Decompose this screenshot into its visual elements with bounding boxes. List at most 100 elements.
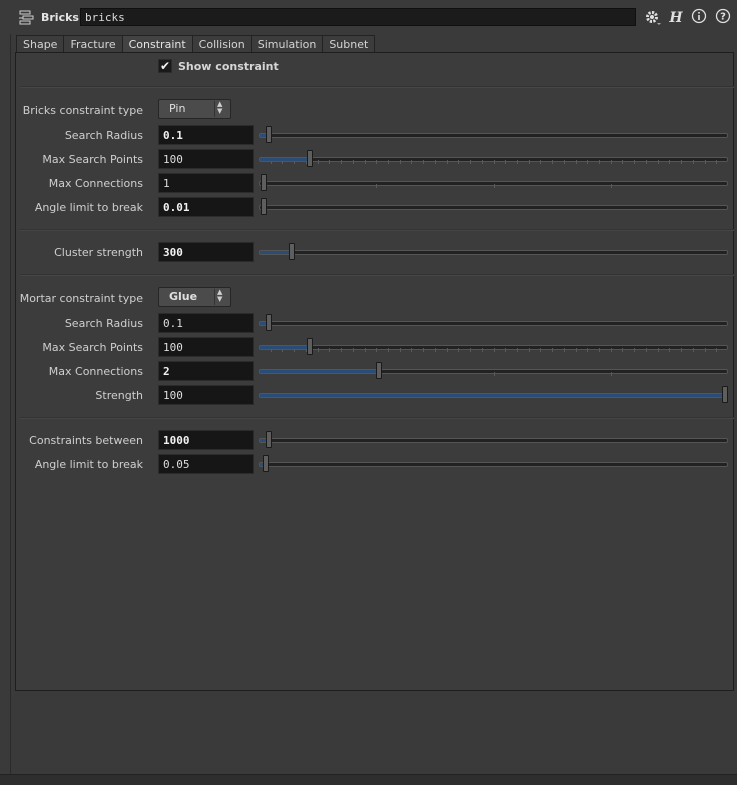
slider-track[interactable] bbox=[259, 250, 728, 255]
slider-tick bbox=[564, 160, 565, 164]
slider-tick bbox=[411, 160, 412, 164]
node-type-label: Bricks bbox=[41, 11, 79, 24]
tab-bar: Shape Fracture Constraint Collision Simu… bbox=[16, 35, 376, 53]
tab-collision[interactable]: Collision bbox=[191, 35, 252, 52]
slider-tick bbox=[669, 348, 670, 352]
mortar-constraint-type-menu[interactable]: Glue ▲ ▼ bbox=[158, 287, 231, 307]
slider-handle[interactable] bbox=[376, 362, 382, 379]
parameter-header: Bricks bricks H ? bbox=[10, 0, 737, 34]
cluster-strength-slider[interactable] bbox=[259, 242, 728, 262]
bricks-search-radius-field[interactable]: 0.1 bbox=[158, 125, 254, 145]
show-constraint-checkbox[interactable]: ✔ bbox=[158, 59, 172, 73]
slider-track[interactable] bbox=[259, 462, 728, 467]
mortar-search-radius-slider[interactable] bbox=[259, 313, 728, 333]
mortar-max-connections-field[interactable]: 2 bbox=[158, 361, 254, 381]
slider-tick bbox=[470, 348, 471, 352]
slider-tick bbox=[564, 348, 565, 352]
slider-tick bbox=[423, 348, 424, 352]
slider-tick bbox=[529, 160, 530, 164]
tab-fracture[interactable]: Fracture bbox=[63, 35, 123, 52]
mortar-strength-slider[interactable] bbox=[259, 385, 728, 405]
slider-tick bbox=[611, 184, 612, 188]
slider-tick bbox=[705, 160, 706, 164]
slider-handle[interactable] bbox=[261, 198, 267, 215]
slider-tick bbox=[517, 348, 518, 352]
bottom-bar bbox=[0, 774, 737, 785]
mortar-max-connections-slider[interactable] bbox=[259, 361, 728, 381]
mortar-search-radius-label: Search Radius bbox=[64, 317, 143, 330]
bricks-max-search-points-slider[interactable] bbox=[259, 149, 728, 169]
slider-handle[interactable] bbox=[266, 314, 272, 331]
slider-tick bbox=[693, 348, 694, 352]
bricks-constraint-type-menu[interactable]: Pin ▲ ▼ bbox=[158, 99, 231, 119]
tab-subnet[interactable]: Subnet bbox=[322, 35, 376, 52]
slider-handle[interactable] bbox=[289, 243, 295, 260]
gear-icon[interactable] bbox=[642, 8, 662, 28]
mortar-max-connections-label: Max Connections bbox=[48, 365, 143, 378]
slider-handle[interactable] bbox=[266, 126, 272, 143]
slider-handle[interactable] bbox=[266, 431, 272, 448]
slider-handle[interactable] bbox=[722, 386, 728, 403]
tab-constraint[interactable]: Constraint bbox=[121, 35, 193, 52]
angle-limit-2-field[interactable]: 0.05 bbox=[158, 454, 254, 474]
bricks-constraint-type-value: Pin bbox=[169, 102, 186, 115]
mortar-search-radius-field[interactable]: 0.1 bbox=[158, 313, 254, 333]
constraints-between-slider[interactable] bbox=[259, 430, 728, 450]
slider-tick bbox=[529, 348, 530, 352]
slider-tick bbox=[505, 160, 506, 164]
constraints-between-label: Constraints between bbox=[29, 434, 143, 447]
bricks-search-radius-slider[interactable] bbox=[259, 125, 728, 145]
mortar-max-search-points-label: Max Search Points bbox=[42, 341, 143, 354]
slider-tick bbox=[599, 160, 600, 164]
separator bbox=[20, 417, 734, 419]
slider-track[interactable] bbox=[259, 133, 728, 138]
slider-tick bbox=[634, 160, 635, 164]
slider-track[interactable] bbox=[259, 438, 728, 443]
slider-tick bbox=[341, 348, 342, 352]
mortar-strength-label: Strength bbox=[95, 389, 143, 402]
separator bbox=[20, 229, 734, 231]
slider-tick bbox=[716, 160, 717, 164]
slider-tick bbox=[494, 160, 495, 164]
info-icon[interactable] bbox=[689, 8, 709, 28]
mortar-strength-field[interactable]: 100 bbox=[158, 385, 254, 405]
slider-handle[interactable] bbox=[261, 174, 267, 191]
slider-tick bbox=[587, 160, 588, 164]
slider-track[interactable] bbox=[259, 205, 728, 210]
slider-handle[interactable] bbox=[307, 338, 313, 355]
constraints-between-field[interactable]: 1000 bbox=[158, 430, 254, 450]
slider-track[interactable] bbox=[259, 321, 728, 326]
angle-limit-2-slider[interactable] bbox=[259, 454, 728, 474]
node-type-icon bbox=[19, 10, 34, 25]
slider-tick bbox=[693, 160, 694, 164]
slider-tick bbox=[435, 348, 436, 352]
bricks-max-connections-slider[interactable] bbox=[259, 173, 728, 193]
slider-tick bbox=[681, 160, 682, 164]
separator bbox=[20, 274, 734, 276]
mortar-constraint-type-value: Glue bbox=[169, 290, 198, 303]
slider-handle[interactable] bbox=[263, 455, 269, 472]
slider-handle[interactable] bbox=[307, 150, 313, 167]
slider-fill bbox=[260, 251, 290, 254]
slider-tick bbox=[400, 348, 401, 352]
tab-simulation[interactable]: Simulation bbox=[250, 35, 324, 52]
help-icon[interactable]: ? bbox=[713, 8, 733, 28]
mortar-max-search-points-slider[interactable] bbox=[259, 337, 728, 357]
tab-shape[interactable]: Shape bbox=[16, 35, 65, 52]
node-name-input[interactable]: bricks bbox=[80, 8, 636, 26]
slider-tick bbox=[376, 160, 377, 164]
show-constraint-label: Show constraint bbox=[178, 60, 279, 73]
bricks-angle-limit-field[interactable]: 0.01 bbox=[158, 197, 254, 217]
slider-fill bbox=[260, 346, 308, 349]
houdini-help-icon[interactable]: H bbox=[666, 8, 686, 28]
slider-tick bbox=[318, 348, 319, 352]
slider-tick bbox=[388, 160, 389, 164]
bricks-angle-limit-slider[interactable] bbox=[259, 197, 728, 217]
slider-tick bbox=[318, 160, 319, 164]
bricks-max-search-points-field[interactable]: 100 bbox=[158, 149, 254, 169]
bricks-max-connections-field[interactable]: 1 bbox=[158, 173, 254, 193]
slider-tick bbox=[329, 348, 330, 352]
mortar-max-search-points-field[interactable]: 100 bbox=[158, 337, 254, 357]
cluster-strength-field[interactable]: 300 bbox=[158, 242, 254, 262]
slider-tick bbox=[505, 348, 506, 352]
